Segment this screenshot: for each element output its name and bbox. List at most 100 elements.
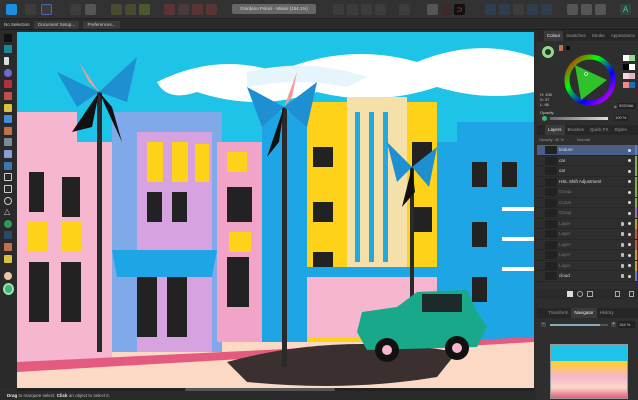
layer-row[interactable]: Layer [537, 239, 638, 250]
transparency-tool-icon[interactable] [4, 162, 12, 170]
delete-layer-icon[interactable] [629, 291, 634, 297]
artboard-tool-icon[interactable] [4, 45, 12, 53]
assistant-icon[interactable]: A [620, 4, 631, 15]
snapping-icon[interactable] [70, 4, 81, 15]
shape-tool-icon[interactable] [4, 220, 12, 228]
insert-inside-icon[interactable] [361, 4, 372, 15]
fill-tool-icon[interactable] [4, 127, 12, 135]
tab-brushes[interactable]: Brushes [565, 125, 588, 135]
tab-stroke[interactable]: Stroke [589, 31, 608, 41]
align-icon[interactable] [111, 4, 122, 15]
layer-opacity[interactable]: Opacity: 40 % [539, 137, 564, 142]
edit-all-layers-icon[interactable] [567, 4, 578, 15]
layer-row[interactable]: car [537, 166, 638, 177]
layer-row[interactable]: Layer [537, 218, 638, 229]
layer-row[interactable]: HSL Shift Adjustment [537, 176, 638, 187]
layer-row[interactable]: Group [537, 187, 638, 198]
gradient-tool-icon[interactable] [4, 150, 12, 158]
lock-icon[interactable] [621, 253, 624, 257]
layer-row[interactable]: texture [537, 145, 638, 156]
visibility-icon[interactable] [628, 148, 631, 152]
mask-icon[interactable] [567, 291, 573, 297]
opacity-slider[interactable] [550, 117, 608, 120]
visibility-icon[interactable] [628, 243, 631, 246]
designer-persona-icon[interactable] [6, 4, 17, 15]
visibility-icon[interactable] [628, 274, 631, 278]
fx-icon[interactable] [587, 291, 593, 297]
visibility-icon[interactable] [628, 222, 631, 225]
snapping-magnet-icon[interactable]: ⊃ [454, 4, 465, 15]
layer-row[interactable]: Layer [537, 229, 638, 240]
zoom-slider[interactable] [550, 324, 608, 326]
flip-horizontal-icon[interactable] [333, 4, 344, 15]
hex-input[interactable]: 92D98A [618, 103, 636, 109]
tab-appearance[interactable]: Appearance [608, 31, 638, 41]
tab-swatches[interactable]: Swatches [563, 31, 589, 41]
visibility-icon[interactable] [628, 169, 631, 173]
isolate-icon[interactable] [595, 4, 606, 15]
snap-grid-icon[interactable] [427, 4, 438, 15]
visibility-icon[interactable] [628, 190, 631, 194]
tab-layers[interactable]: Layers [545, 125, 565, 135]
rectangle-tool-icon[interactable] [4, 185, 12, 193]
lock-icon[interactable] [621, 242, 624, 247]
tab-history[interactable]: History [597, 308, 617, 318]
fill-colour-well[interactable] [542, 46, 554, 58]
boolean-divide-icon[interactable] [541, 4, 552, 15]
adjustment-icon[interactable] [577, 291, 583, 297]
visibility-icon[interactable] [628, 180, 631, 183]
hand-tool-icon[interactable] [4, 272, 12, 280]
document-title[interactable]: Giordano Poloni - Miami (154.1%) [232, 4, 316, 14]
arrange-front-icon[interactable] [206, 4, 217, 15]
swatch[interactable] [629, 73, 635, 79]
tab-navigator[interactable]: Navigator [571, 308, 597, 318]
node-tool-icon[interactable] [4, 57, 9, 65]
blend-mode-select[interactable]: Normal [577, 137, 590, 142]
layer-row[interactable]: cloud [537, 271, 638, 282]
layer-row[interactable]: Layer [537, 250, 638, 261]
tab-styles[interactable]: Styles [612, 125, 630, 135]
arrange-back-icon[interactable] [164, 4, 175, 15]
visibility-icon[interactable] [628, 232, 631, 236]
view-mode-icon[interactable] [85, 4, 96, 15]
visibility-icon[interactable] [628, 264, 631, 267]
panel-handle[interactable] [537, 31, 544, 41]
layer-row[interactable]: Layer [537, 260, 638, 271]
transform-icon[interactable] [125, 4, 136, 15]
tab-transform[interactable]: Transform [545, 308, 571, 318]
zoom-out-button[interactable]: − [541, 322, 546, 327]
colour-wheel[interactable] [563, 53, 617, 107]
opacity-input[interactable]: 100 % [614, 115, 628, 121]
layer-row[interactable]: Group [537, 208, 638, 219]
visibility-icon[interactable] [628, 253, 631, 257]
document-setup-button[interactable]: Document Setup... [34, 21, 79, 29]
fill-stroke-well-icon[interactable] [3, 283, 14, 295]
move-tool-icon[interactable] [4, 34, 12, 42]
triangle-tool-icon[interactable]: △ [4, 208, 12, 216]
boolean-subtract-icon[interactable] [499, 4, 510, 15]
layer-row[interactable]: car [537, 155, 638, 166]
lock-icon[interactable] [621, 263, 624, 268]
text-align-icon[interactable] [399, 4, 410, 15]
pixel-persona-icon[interactable] [25, 4, 36, 15]
visibility-icon[interactable] [628, 159, 631, 162]
point-transform-tool-icon[interactable] [4, 69, 12, 77]
color-picker-tool-icon[interactable] [4, 243, 12, 251]
lock-icon[interactable] [621, 232, 624, 236]
visibility-icon[interactable] [628, 211, 631, 215]
zoom-in-button[interactable]: + [611, 322, 616, 327]
ellipse-tool-icon[interactable] [4, 197, 12, 205]
document-canvas[interactable] [17, 32, 534, 388]
pixel-tool-icon[interactable] [4, 138, 12, 146]
swatch[interactable] [629, 64, 635, 70]
panel-handle[interactable] [537, 125, 545, 135]
preferences-button[interactable]: Preferences... [83, 21, 120, 29]
zoom-input[interactable]: 154 % [618, 321, 635, 328]
boolean-intersect-icon[interactable] [513, 4, 524, 15]
tab-colour[interactable]: Colour [543, 31, 564, 41]
vector-brush-tool-icon[interactable] [4, 115, 12, 123]
boolean-add-icon[interactable] [485, 4, 496, 15]
lock-icon[interactable] [621, 221, 624, 226]
corner-tool-icon[interactable] [4, 80, 12, 88]
pencil-tool-icon[interactable] [4, 104, 12, 112]
